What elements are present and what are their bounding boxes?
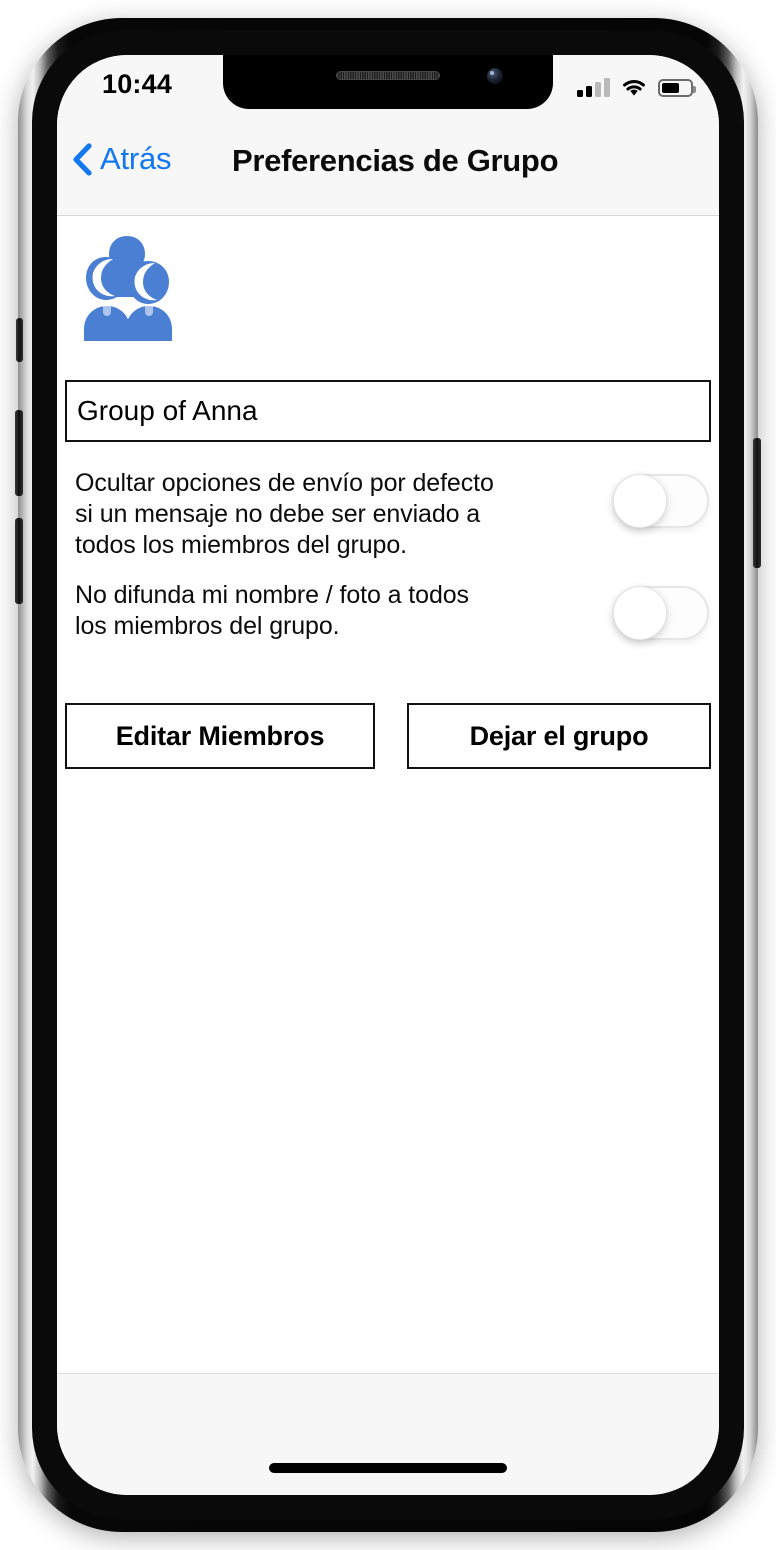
phone-device-frame: 10:44 Atrás Preferencias de Grupo Group … [15, 18, 761, 1532]
phone-screen: 10:44 Atrás Preferencias de Grupo Group … [57, 55, 719, 1495]
toggle-knob [613, 474, 667, 528]
page-title: Preferencias de Grupo [232, 143, 559, 178]
back-button-label: Atrás [100, 141, 172, 176]
leave-group-button[interactable]: Dejar el grupo [407, 703, 711, 769]
footer-area [57, 1373, 719, 1495]
status-indicators [577, 73, 696, 97]
wifi-icon [623, 80, 645, 96]
battery-icon [658, 79, 696, 97]
earpiece-speaker-icon [336, 71, 440, 80]
cellular-signal-icon [577, 78, 610, 97]
power-button[interactable] [753, 438, 761, 568]
group-name-input[interactable] [65, 380, 711, 442]
group-people-icon [84, 236, 172, 341]
volume-down-button[interactable] [15, 518, 23, 604]
home-indicator[interactable] [269, 1463, 507, 1473]
preference-label: Ocultar opciones de envío por defecto si… [75, 469, 494, 559]
chevron-left-icon [73, 142, 92, 176]
back-button[interactable]: Atrás [72, 141, 172, 177]
volume-up-button[interactable] [15, 410, 23, 496]
group-preferences-content: Ocultar opciones de envío por defecto si… [57, 216, 719, 1373]
navigation-bar: Atrás Preferencias de Grupo [57, 111, 719, 216]
toggle-knob [613, 586, 667, 640]
device-notch [223, 55, 553, 109]
hide-name-photo-toggle[interactable] [613, 586, 709, 640]
silent-switch-button[interactable] [16, 318, 23, 362]
preference-label: No difunda mi nombre / foto a todos los … [75, 581, 469, 640]
status-time: 10:44 [102, 69, 173, 99]
front-camera-icon [487, 68, 503, 84]
edit-members-button[interactable]: Editar Miembros [65, 703, 375, 769]
hide-send-options-toggle[interactable] [613, 474, 709, 528]
battery-fill [662, 83, 680, 93]
